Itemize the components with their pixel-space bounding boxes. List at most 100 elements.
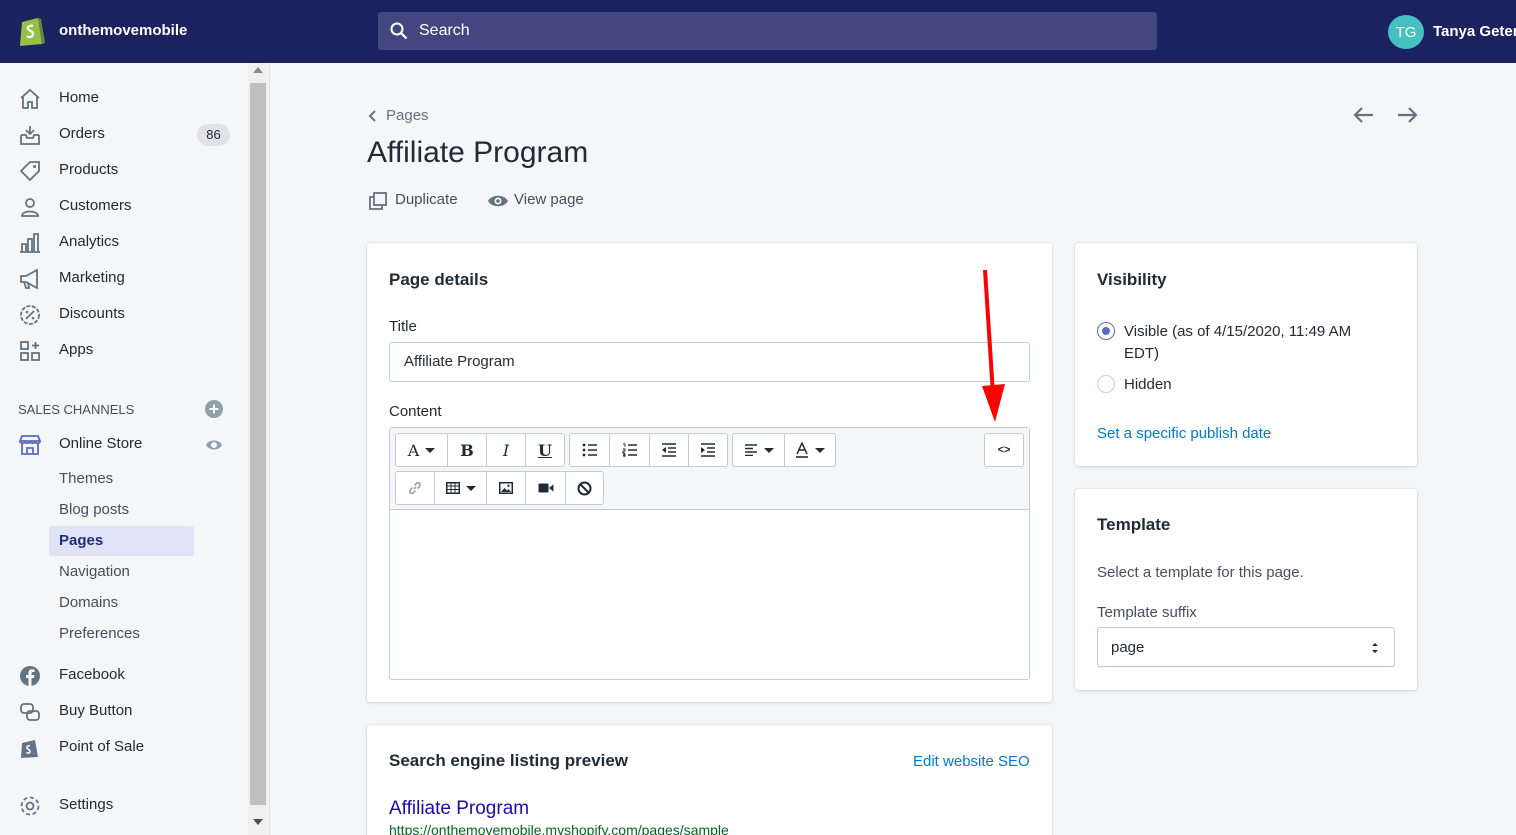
discount-icon bbox=[20, 305, 40, 325]
chevron-left-icon[interactable] bbox=[367, 108, 379, 124]
html-toggle-group: <> bbox=[984, 433, 1024, 467]
scrollbar-thumb[interactable] bbox=[250, 83, 266, 805]
table-icon bbox=[445, 482, 460, 494]
edit-seo-link[interactable]: Edit website SEO bbox=[913, 753, 1030, 770]
avatar[interactable]: TG bbox=[1388, 15, 1424, 49]
search-input[interactable]: Search bbox=[378, 12, 1157, 50]
hidden-radio[interactable] bbox=[1097, 375, 1115, 393]
text-color-button[interactable] bbox=[785, 434, 835, 466]
home-icon bbox=[20, 88, 40, 109]
align-left-icon bbox=[744, 444, 757, 456]
sidebar-item-label: Marketing bbox=[59, 269, 125, 286]
insert-link-button[interactable] bbox=[396, 472, 435, 504]
page-title: Affiliate Program bbox=[367, 136, 589, 169]
chevron-down-icon bbox=[815, 447, 825, 453]
sidebar-subitem-themes[interactable]: Themes bbox=[49, 464, 194, 494]
orders-count-badge: 86 bbox=[197, 124, 230, 146]
insert-table-button[interactable] bbox=[435, 472, 487, 504]
title-input[interactable]: Affiliate Program bbox=[389, 342, 1030, 382]
template-title: Template bbox=[1097, 515, 1171, 534]
top-bar: onthemovemobile Search TG Tanya Geter bbox=[0, 0, 1516, 63]
sidebar-item-analytics[interactable]: Analytics bbox=[0, 227, 248, 259]
numbered-list-button[interactable] bbox=[610, 434, 650, 466]
sales-channels-heading: SALES CHANNELS bbox=[18, 402, 135, 417]
sidebar-subitem-preferences[interactable]: Preferences bbox=[49, 619, 194, 649]
sidebar-subitem-blog-posts[interactable]: Blog posts bbox=[49, 495, 194, 525]
sidebar-item-products[interactable]: Products bbox=[0, 155, 248, 187]
sidebar-scrollbar[interactable] bbox=[248, 63, 270, 835]
bold-icon: B bbox=[460, 440, 474, 460]
breadcrumb[interactable]: Pages bbox=[386, 107, 429, 124]
arrow-left-icon[interactable] bbox=[1352, 104, 1376, 126]
gear-icon bbox=[20, 796, 40, 816]
duplicate-button[interactable]: Duplicate bbox=[368, 190, 468, 212]
template-suffix-select[interactable]: page bbox=[1097, 627, 1395, 667]
title-input-value: Affiliate Program bbox=[404, 353, 515, 370]
insert-image-button[interactable] bbox=[487, 472, 526, 504]
buy-button-icon bbox=[20, 703, 40, 721]
chevron-down-icon bbox=[763, 447, 774, 453]
sidebar-subitem-label: Preferences bbox=[59, 625, 140, 642]
sidebar-item-label: Online Store bbox=[59, 435, 143, 452]
eye-icon[interactable] bbox=[205, 437, 223, 453]
sidebar-subitem-navigation[interactable]: Navigation bbox=[49, 557, 194, 587]
insert-video-button[interactable] bbox=[526, 472, 566, 504]
tag-icon bbox=[19, 161, 40, 182]
store-icon bbox=[18, 435, 42, 455]
italic-button[interactable]: I bbox=[487, 434, 526, 466]
insert-group bbox=[395, 471, 604, 505]
sidebar-subitem-pages[interactable]: Pages bbox=[49, 526, 194, 556]
sidebar-item-orders[interactable]: Orders 86 bbox=[0, 119, 248, 151]
chevron-down-icon bbox=[425, 447, 436, 453]
sidebar-item-home[interactable]: Home bbox=[0, 83, 248, 115]
scroll-down-arrow-icon[interactable] bbox=[253, 819, 263, 825]
bold-button[interactable]: B bbox=[448, 434, 487, 466]
underline-button[interactable]: U bbox=[526, 434, 564, 466]
sidebar-item-customers[interactable]: Customers bbox=[0, 191, 248, 223]
set-publish-date-link[interactable]: Set a specific publish date bbox=[1097, 425, 1271, 442]
store-name[interactable]: onthemovemobile bbox=[59, 22, 187, 39]
sidebar-item-buy-button[interactable]: Buy Button bbox=[0, 696, 248, 728]
outdent-button[interactable] bbox=[650, 434, 689, 466]
view-page-label: View page bbox=[514, 191, 584, 208]
sidebar-subitem-domains[interactable]: Domains bbox=[49, 588, 194, 618]
sidebar-item-apps[interactable]: Apps bbox=[0, 335, 248, 367]
shopify-logo-icon[interactable] bbox=[18, 14, 46, 48]
add-channel-icon[interactable] bbox=[205, 400, 223, 418]
indent-icon bbox=[701, 443, 715, 457]
scroll-up-arrow-icon[interactable] bbox=[253, 67, 263, 73]
sidebar-subitem-label: Domains bbox=[59, 594, 119, 611]
sidebar-item-label: Orders bbox=[59, 125, 105, 142]
sidebar-subitem-label: Themes bbox=[59, 470, 114, 487]
sidebar-item-label: Apps bbox=[59, 341, 94, 358]
orders-icon bbox=[20, 126, 40, 145]
align-button[interactable] bbox=[733, 434, 785, 466]
sidebar-item-point-of-sale[interactable]: Point of Sale bbox=[0, 732, 248, 764]
visibility-title: Visibility bbox=[1097, 270, 1167, 289]
sidebar-item-settings[interactable]: Settings bbox=[0, 790, 248, 822]
sidebar-item-label: Point of Sale bbox=[59, 738, 145, 755]
sidebar-item-facebook[interactable]: Facebook bbox=[0, 660, 248, 692]
editor-toolbar: A B I U <> bbox=[390, 428, 1029, 510]
user-name[interactable]: Tanya Geter bbox=[1433, 23, 1516, 40]
clear-formatting-button[interactable] bbox=[566, 472, 603, 504]
sidebar-item-online-store[interactable]: Online Store bbox=[0, 429, 248, 461]
bullet-list-icon bbox=[582, 443, 597, 457]
sidebar-item-marketing[interactable]: Marketing bbox=[0, 263, 248, 295]
hidden-radio-label: Hidden bbox=[1124, 376, 1172, 393]
view-page-button[interactable]: View page bbox=[487, 190, 597, 212]
sidebar-subitem-label: Blog posts bbox=[59, 501, 130, 518]
indent-button[interactable] bbox=[689, 434, 727, 466]
outdent-icon bbox=[662, 443, 676, 457]
person-icon bbox=[21, 198, 39, 217]
sidebar-item-discounts[interactable]: Discounts bbox=[0, 299, 248, 331]
font-style-button[interactable]: A bbox=[396, 434, 448, 466]
block-icon bbox=[577, 481, 592, 495]
arrow-right-icon[interactable] bbox=[1395, 104, 1419, 126]
visible-radio[interactable] bbox=[1097, 322, 1115, 340]
list-group bbox=[569, 433, 728, 467]
editor-content-area[interactable] bbox=[390, 510, 1029, 679]
show-html-button[interactable]: <> bbox=[985, 434, 1023, 466]
template-description: Select a template for this page. bbox=[1097, 564, 1304, 581]
bullet-list-button[interactable] bbox=[570, 434, 610, 466]
